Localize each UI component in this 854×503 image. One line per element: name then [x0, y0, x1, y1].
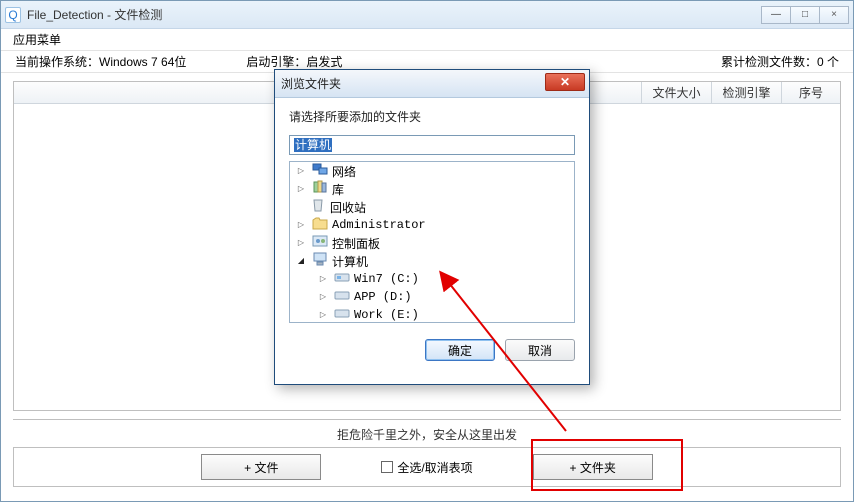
select-all-checkbox[interactable] — [381, 461, 393, 473]
minimize-button[interactable]: — — [761, 6, 791, 24]
chevron-right-icon[interactable]: ▷ — [296, 184, 306, 194]
tree-item-library[interactable]: ▷ 库 — [290, 180, 574, 198]
close-button[interactable]: × — [819, 6, 849, 24]
library-icon — [312, 180, 328, 198]
boot-engine-label: 启动引擎：启发式 — [246, 53, 342, 70]
add-file-button[interactable]: + 文件 — [201, 454, 321, 480]
user-folder-icon — [312, 216, 328, 234]
app-icon: Q — [5, 7, 21, 23]
control-panel-icon — [312, 234, 328, 252]
maximize-button[interactable]: □ — [790, 6, 820, 24]
chevron-right-icon[interactable]: ▷ — [296, 166, 306, 176]
folder-path-value: 计算机 — [294, 138, 332, 152]
tree-label: APP (D:) — [354, 290, 412, 304]
tree-item-admin[interactable]: ▷ Administrator — [290, 216, 574, 234]
slogan-text: 拒危险千里之外，安全从这里出发 — [13, 419, 841, 443]
tree-label: 回收站 — [330, 199, 366, 216]
select-all-wrap[interactable]: 全选/取消表项 — [381, 459, 472, 476]
tree-label: Win7 (C:) — [354, 272, 419, 286]
dialog-prompt: 请选择所要添加的文件夹 — [289, 108, 575, 125]
tree-item-network[interactable]: ▷ 网络 — [290, 162, 574, 180]
chevron-right-icon[interactable]: ▷ — [296, 238, 306, 248]
tree-label: Administrator — [332, 218, 426, 232]
tree-item-work[interactable]: ▷ Work (E:) — [290, 306, 574, 323]
tree-item-app[interactable]: ▷ APP (D:) — [290, 288, 574, 306]
dialog-title: 浏览文件夹 — [281, 75, 341, 92]
tree-label: 网络 — [332, 163, 356, 180]
tree-label: Work (E:) — [354, 308, 419, 322]
add-folder-button[interactable]: + 文件夹 — [533, 454, 653, 480]
tree-label: 计算机 — [332, 253, 368, 270]
count-label: 累计检测文件数：0 个 — [721, 53, 839, 70]
dialog-titlebar: 浏览文件夹 ✕ — [275, 70, 589, 98]
tree-label: 库 — [332, 181, 344, 198]
chevron-right-icon[interactable]: ▷ — [318, 310, 328, 320]
select-all-label: 全选/取消表项 — [397, 459, 472, 476]
tree-item-control[interactable]: ▷ 控制面板 — [290, 234, 574, 252]
column-size[interactable]: 文件大小 — [642, 82, 712, 103]
folder-path-input[interactable]: 计算机 — [289, 135, 575, 155]
main-window: Q File_Detection - 文件检测 — □ × 应用菜单 当前操作系… — [0, 0, 854, 502]
folder-tree[interactable]: ▷ 网络 ▷ 库 回收站 — [289, 161, 575, 323]
chevron-right-icon[interactable]: ▷ — [318, 274, 328, 284]
drive-icon — [334, 306, 350, 323]
bottom-bar: + 文件 全选/取消表项 + 文件夹 — [13, 447, 841, 487]
dialog-close-button[interactable]: ✕ — [545, 73, 585, 91]
computer-icon — [312, 252, 328, 270]
main-titlebar: Q File_Detection - 文件检测 — □ × — [1, 1, 853, 29]
window-title: File_Detection - 文件检测 — [27, 6, 162, 23]
tree-item-computer[interactable]: ◢ 计算机 — [290, 252, 574, 270]
drive-icon — [334, 270, 350, 288]
tree-label: 控制面板 — [332, 235, 380, 252]
dialog-cancel-button[interactable]: 取消 — [505, 339, 575, 361]
chevron-down-icon[interactable]: ◢ — [296, 256, 306, 266]
browse-folder-dialog: 浏览文件夹 ✕ 请选择所要添加的文件夹 计算机 ▷ 网络 ▷ — [274, 69, 590, 385]
app-menu[interactable]: 应用菜单 — [13, 31, 61, 48]
column-engine[interactable]: 检测引擎 — [712, 82, 782, 103]
column-index[interactable]: 序号 — [782, 82, 840, 103]
drive-icon — [334, 288, 350, 306]
tree-item-win7[interactable]: ▷ Win7 (C:) — [290, 270, 574, 288]
dialog-ok-button[interactable]: 确定 — [425, 339, 495, 361]
os-label: 当前操作系统：Windows 7 64位 — [15, 53, 186, 70]
chevron-right-icon[interactable]: ▷ — [318, 292, 328, 302]
menubar: 应用菜单 — [1, 29, 853, 51]
recycle-bin-icon — [310, 198, 326, 216]
network-icon — [312, 162, 328, 180]
tree-item-recycle[interactable]: 回收站 — [290, 198, 574, 216]
chevron-right-icon[interactable]: ▷ — [296, 220, 306, 230]
